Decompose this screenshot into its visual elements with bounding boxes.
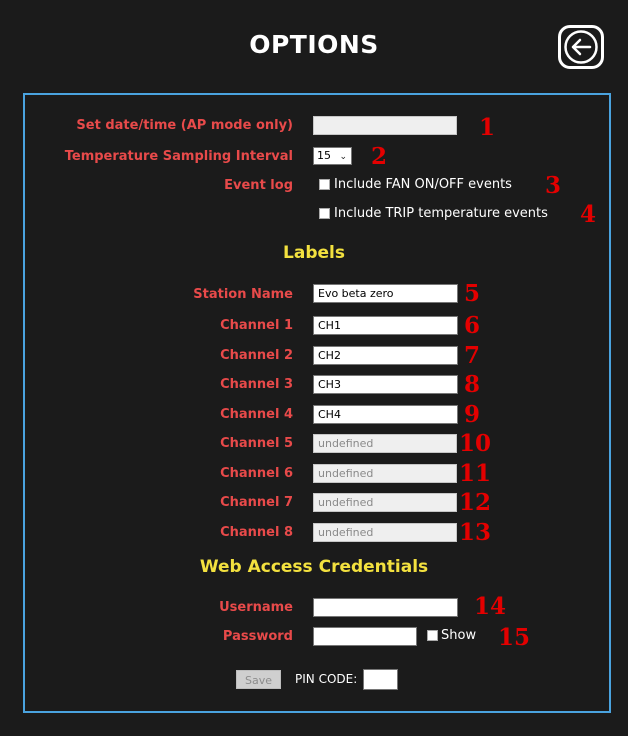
datetime-label: Set date/time (AP mode only)	[76, 118, 293, 133]
number-6: 6	[464, 312, 481, 339]
number-5: 5	[464, 280, 481, 307]
page-title: OPTIONS	[249, 30, 379, 59]
password-input[interactable]	[313, 627, 417, 646]
channel-3-input[interactable]	[313, 375, 458, 394]
back-button[interactable]	[558, 25, 604, 69]
channel-2-label: Channel 2	[220, 348, 293, 363]
pin-code-label: PIN CODE:	[295, 672, 358, 686]
options-panel	[23, 93, 611, 713]
channel-5-label: Channel 5	[220, 436, 293, 451]
labels-heading: Labels	[283, 243, 345, 263]
station-name-input[interactable]	[313, 284, 458, 303]
number-15: 15	[498, 624, 531, 651]
sampling-value: 15	[317, 149, 331, 162]
username-label: Username	[219, 600, 293, 615]
number-8: 8	[464, 371, 481, 398]
show-password-label: Show	[441, 628, 477, 643]
fan-events-label: Include FAN ON/OFF events	[334, 177, 512, 192]
channel-5-input[interactable]	[313, 434, 457, 453]
number-12: 12	[459, 489, 492, 516]
channel-6-input[interactable]	[313, 464, 457, 483]
save-button[interactable]: Save	[236, 670, 281, 689]
number-1: 1	[479, 114, 496, 141]
number-9: 9	[464, 401, 481, 428]
arrow-left-circle-icon	[564, 30, 598, 64]
number-13: 13	[459, 519, 492, 546]
number-7: 7	[464, 342, 481, 369]
number-10: 10	[459, 430, 492, 457]
channel-1-label: Channel 1	[220, 318, 293, 333]
password-label: Password	[222, 629, 293, 644]
trip-events-checkbox[interactable]	[319, 208, 330, 219]
channel-7-label: Channel 7	[220, 495, 293, 510]
number-11: 11	[459, 460, 492, 487]
number-4: 4	[580, 201, 597, 228]
credentials-heading: Web Access Credentials	[199, 557, 429, 577]
channel-7-input[interactable]	[313, 493, 457, 512]
show-password-checkbox[interactable]	[427, 630, 438, 641]
channel-6-label: Channel 6	[220, 466, 293, 481]
fan-events-checkbox[interactable]	[319, 179, 330, 190]
event-log-label: Event log	[224, 178, 293, 193]
channel-8-label: Channel 8	[220, 525, 293, 540]
username-input[interactable]	[313, 598, 458, 617]
channel-2-input[interactable]	[313, 346, 458, 365]
channel-4-input[interactable]	[313, 405, 458, 424]
station-name-label: Station Name	[193, 287, 293, 302]
sampling-label: Temperature Sampling Interval	[64, 149, 293, 164]
number-14: 14	[474, 593, 507, 620]
number-3: 3	[545, 172, 562, 199]
channel-1-input[interactable]	[313, 316, 458, 335]
chevron-down-icon: ⌄	[339, 152, 347, 162]
number-2: 2	[371, 143, 388, 170]
channel-8-input[interactable]	[313, 523, 457, 542]
pin-code-input[interactable]	[363, 669, 398, 690]
trip-events-label: Include TRIP temperature events	[334, 206, 548, 221]
datetime-input[interactable]	[313, 116, 457, 135]
channel-4-label: Channel 4	[220, 407, 293, 422]
channel-3-label: Channel 3	[220, 377, 293, 392]
sampling-select[interactable]: 15 ⌄	[313, 147, 352, 165]
